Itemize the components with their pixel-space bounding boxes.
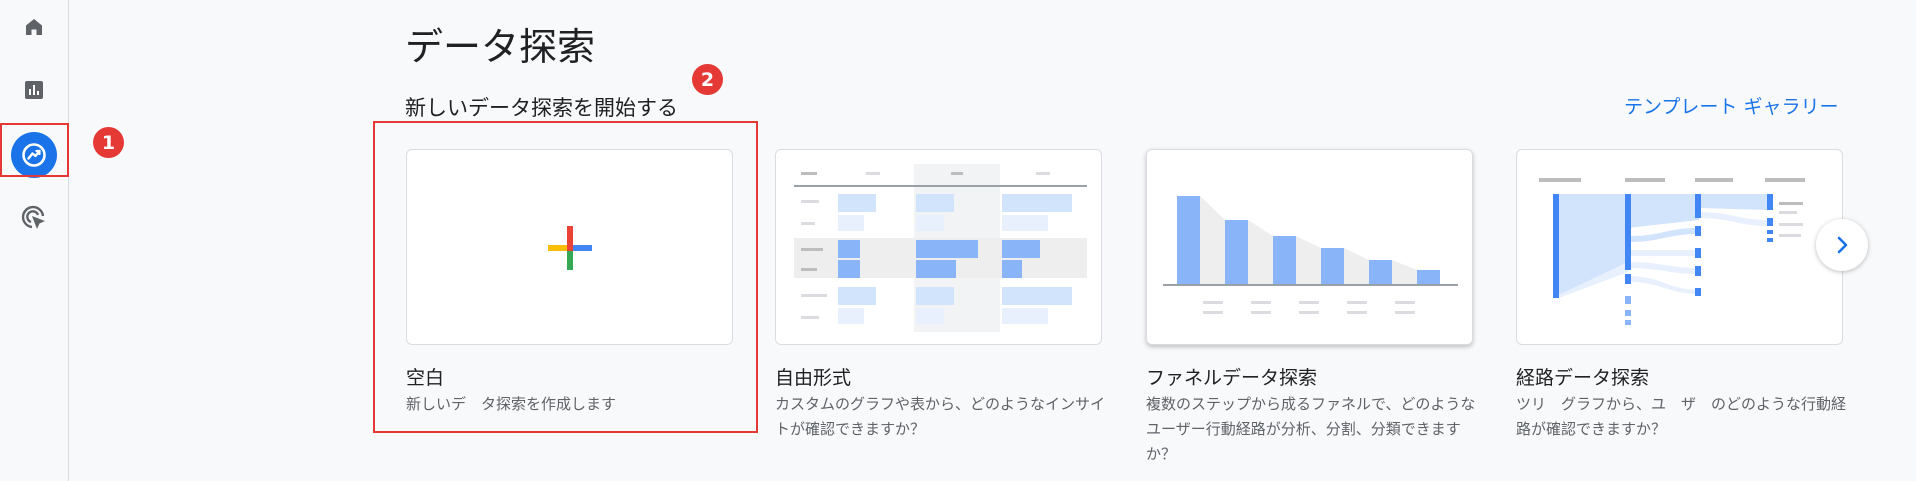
funnel-chart-illustration [1163, 196, 1458, 314]
funnel-exploration-card[interactable] [1146, 149, 1473, 345]
card-desc-blank: 新しいデ タ探索を作成します [406, 395, 617, 413]
nav-reports[interactable] [13, 69, 55, 111]
card-title-path: 経路データ探索 [1516, 367, 1650, 389]
card-desc-free-form: カスタムのグラフや表から、どのようなインサイトが確認できますか？ [775, 395, 1106, 438]
step-badge-2: 2 [692, 64, 723, 95]
nav-advertising[interactable] [13, 197, 55, 239]
nav-home[interactable] [13, 6, 55, 48]
card-title-funnel: ファネルデータ探索 [1146, 367, 1318, 389]
card-title-blank: 空白 [406, 367, 445, 389]
step-badge-1: 1 [93, 127, 124, 158]
card-desc-funnel: 複数のステップから成るファネルで、どのようなユーザー行動経路が分析、分割、分類で… [1146, 395, 1476, 463]
highlight-explore-nav [0, 123, 69, 177]
reports-icon [25, 81, 43, 99]
carousel-next-button[interactable] [1816, 219, 1868, 271]
template-gallery-link[interactable]: テンプレート ギャラリー [1624, 92, 1838, 119]
page-title: データ探索 [405, 25, 596, 69]
blank-exploration-card[interactable] [406, 149, 733, 345]
home-icon [26, 19, 42, 35]
path-tree-illustration [1539, 178, 1805, 325]
card-title-free-form: 自由形式 [775, 367, 852, 389]
free-form-table-illustration [794, 164, 1087, 332]
advertising-icon [21, 205, 45, 229]
left-nav-sidebar [0, 0, 69, 481]
path-exploration-card[interactable] [1516, 149, 1843, 345]
free-form-card[interactable] [775, 149, 1102, 345]
section-title: 新しいデータ探索を開始する [405, 96, 678, 120]
chevron-right-icon [1837, 236, 1848, 254]
card-desc-path: ツリ グラフから、ユ ザ のどのような行動経路が確認できますか？ [1516, 395, 1847, 438]
plus-icon [548, 226, 592, 270]
